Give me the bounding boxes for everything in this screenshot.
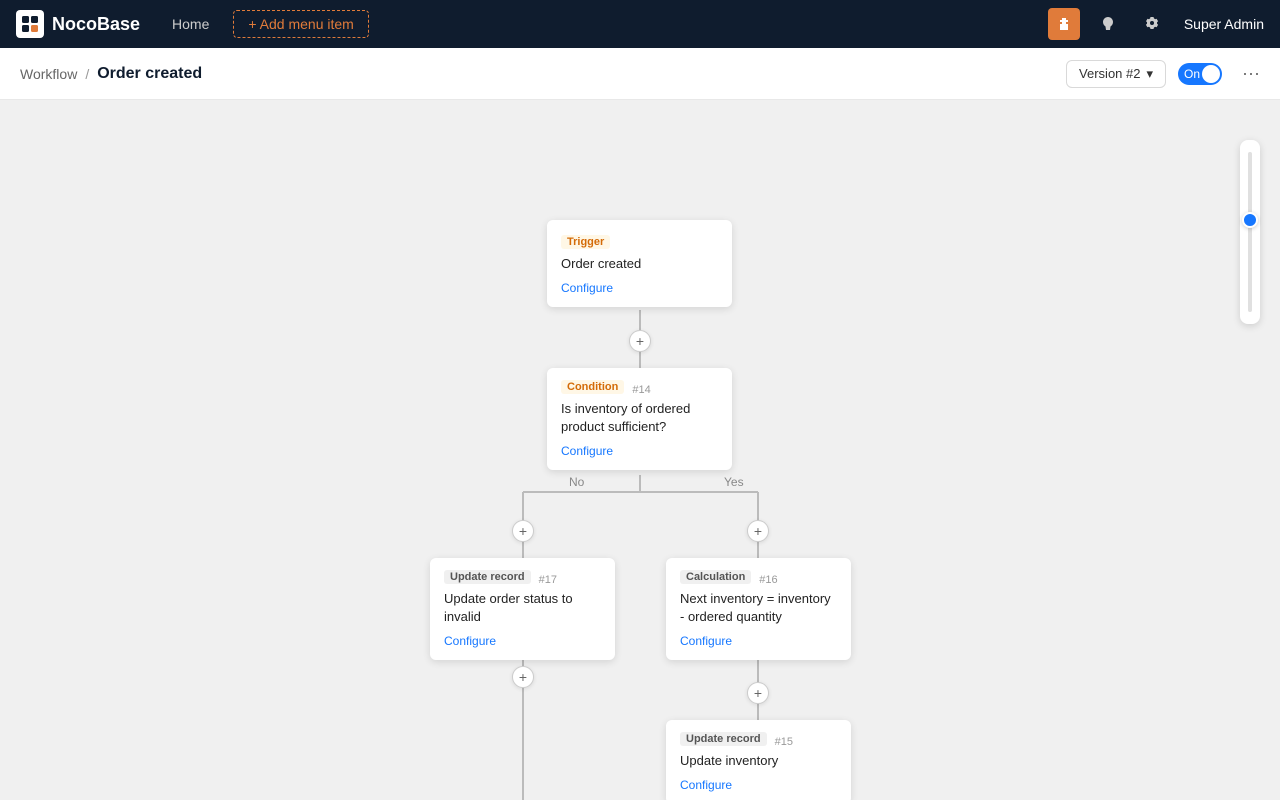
breadcrumb-workflow[interactable]: Workflow bbox=[20, 66, 77, 82]
add-node-right[interactable]: + bbox=[747, 520, 769, 542]
more-options-button[interactable]: ··· bbox=[1242, 63, 1260, 84]
update-invalid-node: Update record #17 Update order status to… bbox=[430, 558, 615, 660]
add-node-below-invalid[interactable]: + bbox=[512, 666, 534, 688]
condition-id: #14 bbox=[632, 384, 650, 396]
breadcrumb-separator: / bbox=[85, 66, 89, 82]
update-invalid-tag: Update record bbox=[444, 570, 531, 584]
version-label: Version #2 bbox=[1079, 66, 1140, 81]
update-inventory-title: Update inventory bbox=[680, 752, 837, 770]
logo-icon bbox=[16, 10, 44, 38]
add-node-below-calc[interactable]: + bbox=[747, 682, 769, 704]
toggle-wrap[interactable]: On bbox=[1178, 63, 1222, 85]
condition-configure[interactable]: Configure bbox=[561, 444, 718, 458]
workflow-toggle[interactable]: On bbox=[1178, 63, 1222, 85]
update-inventory-id: #15 bbox=[775, 736, 793, 748]
calculation-configure[interactable]: Configure bbox=[680, 634, 837, 648]
logo: NocoBase bbox=[16, 10, 140, 38]
condition-title: Is inventory of ordered product sufficie… bbox=[561, 400, 718, 436]
condition-node: Condition #14 Is inventory of ordered pr… bbox=[547, 368, 732, 470]
breadcrumb-current: Order created bbox=[97, 65, 202, 83]
plugin-icon[interactable] bbox=[1048, 8, 1080, 40]
update-invalid-id: #17 bbox=[539, 574, 557, 586]
settings-icon[interactable] bbox=[1136, 8, 1168, 40]
chevron-down-icon: ▾ bbox=[1146, 66, 1153, 82]
trigger-title: Order created bbox=[561, 255, 718, 273]
toggle-label: On bbox=[1184, 67, 1200, 81]
subheader: Workflow / Order created Version #2 ▾ On… bbox=[0, 48, 1280, 100]
nav-home[interactable]: Home bbox=[160, 10, 221, 38]
zoom-thumb[interactable] bbox=[1242, 212, 1258, 228]
update-invalid-title: Update order status to invalid bbox=[444, 590, 601, 626]
zoom-slider[interactable] bbox=[1240, 140, 1260, 324]
update-inventory-node: Update record #15 Update inventory Confi… bbox=[666, 720, 851, 800]
update-inventory-configure[interactable]: Configure bbox=[680, 778, 837, 792]
workflow-canvas: Trigger Order created Configure + Condit… bbox=[0, 100, 1280, 800]
breadcrumb: Workflow / Order created bbox=[20, 65, 202, 83]
calculation-title: Next inventory = inventory - ordered qua… bbox=[680, 590, 837, 626]
add-node-1[interactable]: + bbox=[629, 330, 651, 352]
rocket-icon[interactable] bbox=[1092, 8, 1124, 40]
add-menu-button[interactable]: + Add menu item bbox=[233, 10, 368, 38]
zoom-track[interactable] bbox=[1248, 152, 1252, 312]
version-button[interactable]: Version #2 ▾ bbox=[1066, 60, 1166, 88]
branch-no-label: No bbox=[569, 475, 584, 489]
user-label: Super Admin bbox=[1184, 16, 1264, 32]
update-inventory-tag: Update record bbox=[680, 732, 767, 746]
topnav: NocoBase Home + Add menu item Super Admi… bbox=[0, 0, 1280, 48]
toggle-knob bbox=[1202, 65, 1220, 83]
condition-tag: Condition bbox=[561, 380, 624, 394]
branch-yes-label: Yes bbox=[724, 475, 744, 489]
app-name: NocoBase bbox=[52, 14, 140, 35]
add-node-left[interactable]: + bbox=[512, 520, 534, 542]
calculation-node: Calculation #16 Next inventory = invento… bbox=[666, 558, 851, 660]
trigger-configure[interactable]: Configure bbox=[561, 281, 718, 295]
trigger-node: Trigger Order created Configure bbox=[547, 220, 732, 307]
calculation-id: #16 bbox=[759, 574, 777, 586]
update-invalid-configure[interactable]: Configure bbox=[444, 634, 601, 648]
trigger-tag: Trigger bbox=[561, 235, 610, 249]
calculation-tag: Calculation bbox=[680, 570, 751, 584]
